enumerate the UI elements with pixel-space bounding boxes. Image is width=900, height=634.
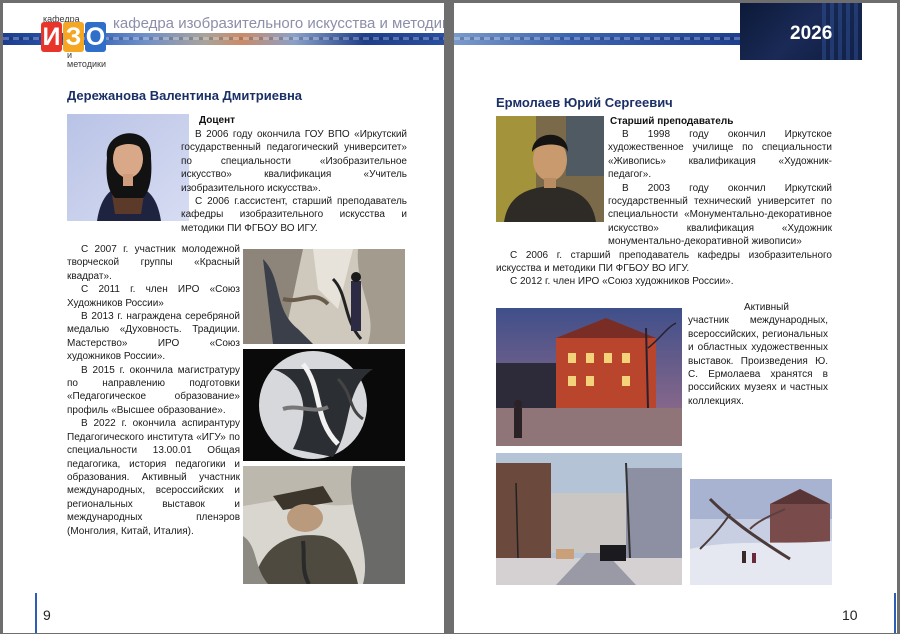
bio-column-left: С 2007 г. участник молодежной творческой… bbox=[67, 243, 240, 538]
bio-paragraph: С 2007 г. участник молодежной творческой… bbox=[67, 244, 240, 282]
department-title: кафедра изобразительного искусства и мет… bbox=[113, 15, 444, 32]
logo-letter-2: З bbox=[63, 22, 84, 52]
painting-snowy-garden bbox=[690, 479, 832, 585]
logo-letter-1: И bbox=[41, 22, 62, 52]
bio-paragraph: С 2006 г. старший преподаватель кафедры … bbox=[496, 249, 832, 275]
bio-paragraph: С 2012 г. член ИРО «Союз художников Росс… bbox=[510, 276, 734, 288]
bio-side-right: Активный участник международных, всеросс… bbox=[688, 301, 828, 408]
page-number-right: 10 bbox=[842, 607, 858, 623]
year-label: 2026 bbox=[790, 23, 833, 44]
bio-paragraph: В 2013 г. награждена серебряной медалью … bbox=[67, 311, 240, 363]
left-page: кафедра И З О и методики кафедра изобраз… bbox=[3, 3, 444, 633]
artwork-man-hat bbox=[243, 466, 405, 584]
artwork-circle-bw bbox=[243, 349, 405, 461]
role-left: Доцент bbox=[199, 115, 236, 126]
department-logo: кафедра И З О и методики bbox=[37, 15, 109, 69]
bio-paragraph: С 2011 г. член ИРО «Союз Художников Росс… bbox=[67, 284, 240, 309]
painting-evening-street bbox=[496, 308, 682, 446]
right-page: 2026 Ермолаев Юрий Сергеевич Старший пре… bbox=[454, 3, 897, 633]
footer-rule-right bbox=[866, 593, 896, 633]
footer-rule-left bbox=[35, 593, 65, 633]
artwork-abstract-1 bbox=[243, 249, 405, 344]
portrait-derezhanova bbox=[67, 114, 189, 221]
logo-bottom-text: и методики bbox=[67, 50, 106, 69]
bio-paragraph: С 2006 г.ассистент, старший преподавател… bbox=[181, 196, 407, 234]
bio-paragraph: Активный участник международных, всеросс… bbox=[688, 302, 828, 407]
bio-paragraph: В 2006 году окончила ГОУ ВПО «Иркутский … bbox=[181, 129, 407, 194]
logo-letter-3: О bbox=[85, 22, 106, 52]
header-band-right bbox=[454, 33, 744, 45]
painting-city-street bbox=[496, 453, 682, 585]
person-name-right: Ермолаев Юрий Сергеевич bbox=[496, 95, 673, 110]
bio-top-right: В 1998 году окончил Иркутское художестве… bbox=[496, 128, 832, 289]
bio-paragraph: В 2015 г. окончила магистратуру по напра… bbox=[67, 364, 240, 416]
person-name-left: Дережанова Валентина Дмитриевна bbox=[67, 88, 303, 103]
bio-top-left: В 2006 году окончила ГОУ ВПО «Иркутский … bbox=[181, 128, 407, 235]
bio-paragraph: В 2022 г. окончила аспирантуру Педагогич… bbox=[67, 418, 240, 537]
role-right: Старший преподаватель bbox=[610, 116, 734, 127]
